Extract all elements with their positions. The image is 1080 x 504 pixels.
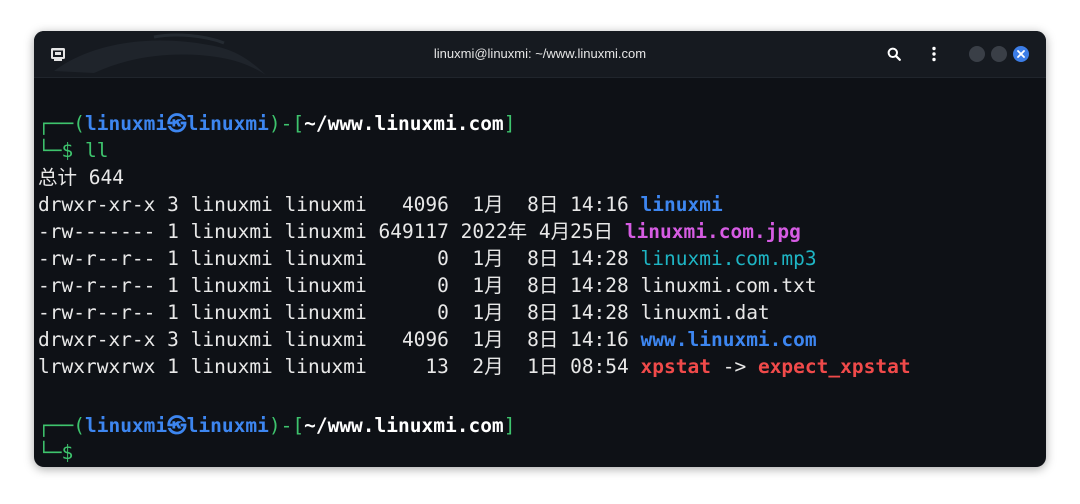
file-meta: -rw-r--r-- 1 linuxmi linuxmi 0 1月 8日 14:… <box>38 301 641 324</box>
close-icon <box>1017 50 1025 58</box>
prompt-user: linuxmi <box>84 414 168 437</box>
minimize-button[interactable] <box>969 46 985 62</box>
total-line: 总计 644 <box>38 166 124 189</box>
prompt-path: ~/www.linuxmi.com <box>304 414 504 437</box>
list-item: drwxr-xr-x 3 linuxmi linuxmi 4096 1月 8日 … <box>38 326 817 353</box>
prompt-user: linuxmi <box>84 112 168 135</box>
search-icon <box>887 47 901 61</box>
prompt-at-symbol: ㉿ <box>167 112 187 135</box>
prompt-host: linuxmi <box>186 414 269 437</box>
list-item: lrwxrwxrwx 1 linuxmi linuxmi 13 2月 1日 08… <box>38 353 911 380</box>
terminal-window: linuxmi@linuxmi: ~/www.linuxmi.com ┌──(l… <box>34 31 1046 467</box>
kebab-menu-icon <box>932 46 936 62</box>
symlink-arrow: -> <box>710 355 758 378</box>
symlink-name: xpstat <box>640 355 711 378</box>
menu-button[interactable] <box>924 44 944 64</box>
prompt-frame: ] <box>503 112 516 135</box>
prompt-symbol: └─$ <box>38 441 74 464</box>
title-bar[interactable]: linuxmi@linuxmi: ~/www.linuxmi.com <box>34 31 1046 78</box>
prompt-path: ~/www.linuxmi.com <box>304 112 504 135</box>
list-item: -rw------- 1 linuxmi linuxmi 649117 2022… <box>38 218 801 245</box>
list-item: drwxr-xr-x 3 linuxmi linuxmi 4096 1月 8日 … <box>38 191 723 218</box>
command-line: └─$ ll <box>38 137 108 164</box>
maximize-button[interactable] <box>991 46 1007 62</box>
prompt-at-symbol: ㉿ <box>167 414 187 437</box>
command-text: ll <box>73 139 109 162</box>
file-name: linuxmi.dat <box>640 301 770 324</box>
file-meta: drwxr-xr-x 3 linuxmi linuxmi 4096 1月 8日 … <box>38 328 641 351</box>
file-meta: lrwxrwxrwx 1 linuxmi linuxmi 13 2月 1日 08… <box>38 355 641 378</box>
prompt-line: ┌──(linuxmi㉿linuxmi)-[~/www.linuxmi.com] <box>38 110 515 137</box>
symlink-target: expect_xpstat <box>757 355 911 378</box>
media-file-name: linuxmi.com.mp3 <box>640 247 817 270</box>
command-line[interactable]: └─$ <box>38 439 73 466</box>
file-meta: -rw-r--r-- 1 linuxmi linuxmi 0 1月 8日 14:… <box>38 274 641 297</box>
terminal-output[interactable]: ┌──(linuxmi㉿linuxmi)-[~/www.linuxmi.com]… <box>34 101 1046 467</box>
prompt-frame: ] <box>503 414 516 437</box>
file-meta: drwxr-xr-x 3 linuxmi linuxmi 4096 1月 8日 … <box>38 193 641 216</box>
directory-name: www.linuxmi.com <box>640 328 817 351</box>
prompt-symbol: └─$ <box>38 139 74 162</box>
prompt-frame: ┌──( <box>38 112 85 135</box>
prompt-line: ┌──(linuxmi㉿linuxmi)-[~/www.linuxmi.com] <box>38 412 515 439</box>
file-meta: -rw-r--r-- 1 linuxmi linuxmi 0 1月 8日 14:… <box>38 247 641 270</box>
image-file-name: linuxmi.com.jpg <box>624 220 801 243</box>
list-item: -rw-r--r-- 1 linuxmi linuxmi 0 1月 8日 14:… <box>38 272 817 299</box>
prompt-frame: )-[ <box>268 112 305 135</box>
list-item: -rw-r--r-- 1 linuxmi linuxmi 0 1月 8日 14:… <box>38 299 770 326</box>
search-button[interactable] <box>884 44 904 64</box>
list-item: -rw-r--r-- 1 linuxmi linuxmi 0 1月 8日 14:… <box>38 245 817 272</box>
prompt-host: linuxmi <box>186 112 269 135</box>
file-meta: -rw------- 1 linuxmi linuxmi 649117 2022… <box>38 220 625 243</box>
directory-name: linuxmi <box>640 193 723 216</box>
kali-dragon-watermark-icon <box>54 33 266 75</box>
prompt-frame: )-[ <box>268 414 305 437</box>
prompt-frame: ┌──( <box>38 414 85 437</box>
close-button[interactable] <box>1013 46 1029 62</box>
file-name: linuxmi.com.txt <box>640 274 817 297</box>
terminal-icon[interactable] <box>50 46 66 62</box>
